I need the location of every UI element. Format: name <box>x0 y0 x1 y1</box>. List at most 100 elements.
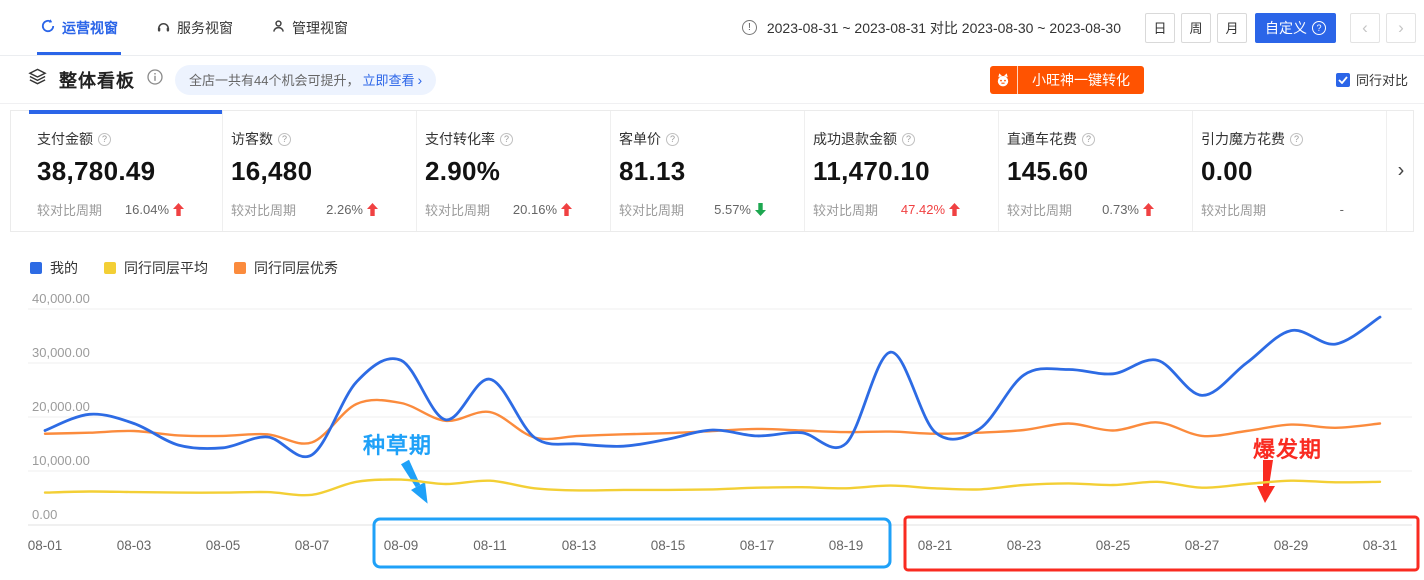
metric-card[interactable]: 成功退款金额 ? 11,470.10 较对比周期 47.42% <box>805 111 999 231</box>
svg-text:08-15: 08-15 <box>651 538 686 553</box>
svg-text:08-01: 08-01 <box>28 538 63 553</box>
refresh-icon <box>40 18 56 37</box>
date-range-text: 2023-08-31 ~ 2023-08-31 对比 2023-08-30 ~ … <box>767 18 1121 38</box>
seeding-period-annotation: 种草期 <box>363 428 432 460</box>
metric-label: 客单价 <box>619 129 661 149</box>
range-day-button[interactable]: 日 <box>1145 13 1175 43</box>
change-percent: 5.57% <box>714 202 751 217</box>
checkbox-checked-icon[interactable] <box>1336 73 1350 87</box>
metric-label: 直通车花费 <box>1007 129 1077 149</box>
peer-compare-toggle[interactable]: 同行对比 <box>1336 70 1408 89</box>
svg-text:08-19: 08-19 <box>829 538 864 553</box>
opportunity-text: 全店一共有44个机会可提升， <box>189 70 359 89</box>
svg-text:08-11: 08-11 <box>473 538 507 553</box>
legend-item-mine[interactable]: 我的 <box>30 258 78 278</box>
legend-label: 同行同层优秀 <box>254 258 338 278</box>
info-icon <box>147 69 163 90</box>
metric-label: 支付金额 <box>37 129 93 149</box>
help-icon[interactable]: ? <box>98 133 111 146</box>
help-icon[interactable]: ? <box>278 133 291 146</box>
legend-swatch <box>234 262 246 274</box>
svg-text:08-17: 08-17 <box>740 538 775 553</box>
legend-item-peer-average[interactable]: 同行同层平均 <box>104 258 208 278</box>
svg-text:08-31: 08-31 <box>1363 538 1398 553</box>
metric-value: 0.00 <box>1201 156 1386 187</box>
svg-text:08-09: 08-09 <box>384 538 419 553</box>
metric-card[interactable]: 引力魔方花费 ? 0.00 较对比周期 - <box>1193 111 1387 231</box>
legend-label: 我的 <box>50 258 78 278</box>
legend-swatch <box>30 262 42 274</box>
compare-period-label: 较对比周期 <box>231 200 296 219</box>
metric-label: 成功退款金额 <box>813 129 897 149</box>
help-icon[interactable]: ? <box>1082 133 1095 146</box>
range-month-button[interactable]: 月 <box>1217 13 1247 43</box>
range-week-button[interactable]: 周 <box>1181 13 1211 43</box>
date-info-icon: ! <box>742 20 757 35</box>
seeding-arrow-icon <box>401 460 420 487</box>
change-percent: 47.42% <box>901 202 945 217</box>
burst-period-annotation: 爆发期 <box>1253 432 1322 464</box>
svg-text:08-07: 08-07 <box>295 538 330 553</box>
change-percent: - <box>1340 202 1344 217</box>
legend-item-peer-excellent[interactable]: 同行同层优秀 <box>234 258 338 278</box>
compare-period-label: 较对比周期 <box>37 200 102 219</box>
change-arrow-icon <box>173 203 184 216</box>
metric-cards-row: 支付金额 ? 38,780.49 较对比周期 16.04% 访客数 ? 16,4… <box>10 110 1414 232</box>
tab-operations-view[interactable]: 运营视窗 <box>40 0 118 55</box>
metric-value: 81.13 <box>619 156 804 187</box>
help-icon[interactable]: ? <box>500 133 513 146</box>
help-icon: ? <box>1312 21 1326 35</box>
change-percent: 16.04% <box>125 202 169 217</box>
cat-mascot-icon <box>990 66 1018 94</box>
change-percent: 2.26% <box>326 202 363 217</box>
change-arrow-icon <box>561 203 572 216</box>
tab-label: 服务视窗 <box>177 18 233 38</box>
cards-scroll-next-button[interactable]: › <box>1391 160 1411 183</box>
opportunity-link[interactable]: 立即查看 <box>362 70 414 89</box>
change-arrow-icon <box>1143 203 1154 216</box>
metric-label: 访客数 <box>231 129 273 149</box>
wangshen-convert-button[interactable]: 小旺神一键转化 <box>990 66 1144 94</box>
prev-period-button[interactable]: ‹ <box>1350 13 1380 43</box>
metric-card[interactable]: 访客数 ? 16,480 较对比周期 2.26% <box>223 111 417 231</box>
page-title: 整体看板 <box>59 67 135 93</box>
seeding-period-box <box>374 519 890 567</box>
metric-value: 2.90% <box>425 156 610 187</box>
compare-period-label: 较对比周期 <box>1007 200 1072 219</box>
person-icon <box>271 19 286 37</box>
trend-lines-svg[interactable]: 0.0010,000.0020,000.0030,000.0040,000.00… <box>0 290 1424 580</box>
svg-text:08-29: 08-29 <box>1274 538 1309 553</box>
legend-swatch <box>104 262 116 274</box>
svg-text:0.00: 0.00 <box>32 507 57 522</box>
top-navigation-bar: 运营视窗 服务视窗 管理视窗 ! 2023-08-31 ~ 2023-08-31… <box>0 0 1424 56</box>
svg-text:08-23: 08-23 <box>1007 538 1042 553</box>
trend-chart: 0.0010,000.0020,000.0030,000.0040,000.00… <box>0 290 1424 580</box>
svg-text:10,000.00: 10,000.00 <box>32 453 90 468</box>
metric-value: 38,780.49 <box>37 156 222 187</box>
metric-card[interactable]: 支付金额 ? 38,780.49 较对比周期 16.04% <box>29 111 223 231</box>
help-icon[interactable]: ? <box>666 133 679 146</box>
svg-text:40,000.00: 40,000.00 <box>32 291 90 306</box>
next-period-button[interactable]: › <box>1386 13 1416 43</box>
svg-text:20,000.00: 20,000.00 <box>32 399 90 414</box>
compare-period-label: 较对比周期 <box>425 200 490 219</box>
layers-icon <box>28 68 47 91</box>
tab-label: 管理视窗 <box>292 18 348 38</box>
custom-range-label: 自定义 <box>1265 18 1307 38</box>
svg-text:08-21: 08-21 <box>918 538 953 553</box>
view-tabs: 运营视窗 服务视窗 管理视窗 <box>40 0 348 55</box>
selected-indicator <box>29 110 222 114</box>
metric-label: 支付转化率 <box>425 129 495 149</box>
help-icon[interactable]: ? <box>1290 133 1303 146</box>
metric-card[interactable]: 直通车花费 ? 145.60 较对比周期 0.73% <box>999 111 1193 231</box>
tab-service-view[interactable]: 服务视窗 <box>156 0 233 55</box>
wangshen-button-label: 小旺神一键转化 <box>1018 70 1144 90</box>
tab-management-view[interactable]: 管理视窗 <box>271 0 348 55</box>
svg-text:08-03: 08-03 <box>117 538 152 553</box>
metric-card[interactable]: 支付转化率 ? 2.90% 较对比周期 20.16% <box>417 111 611 231</box>
custom-range-button[interactable]: 自定义 ? <box>1255 13 1336 43</box>
metric-value: 11,470.10 <box>813 156 998 187</box>
svg-text:08-13: 08-13 <box>562 538 597 553</box>
help-icon[interactable]: ? <box>902 133 915 146</box>
metric-card[interactable]: 客单价 ? 81.13 较对比周期 5.57% <box>611 111 805 231</box>
